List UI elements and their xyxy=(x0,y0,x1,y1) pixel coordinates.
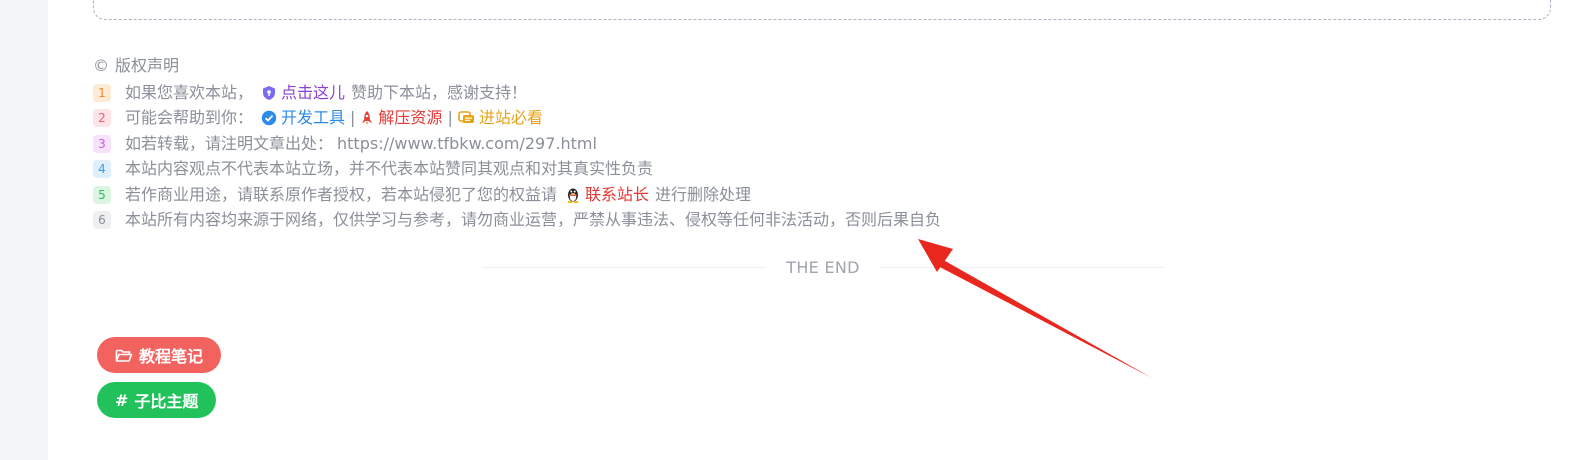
category-tag-label: 教程笔记 xyxy=(139,347,204,366)
copyright-row-2: 2 可能会帮助到你： 开发工具 | 解压资源 | 进站必看 xyxy=(93,106,941,132)
must-read-link[interactable]: 进站必看 xyxy=(479,107,543,129)
divider-line xyxy=(482,266,767,268)
category-tag-button[interactable]: 教程笔记 xyxy=(97,337,222,373)
contact-admin-link[interactable]: 联系站长 xyxy=(585,184,649,206)
row-text: 本站所有内容均来源于网络，仅供学习与参考，请勿商业运营，严禁从事违法、侵权等任何… xyxy=(125,210,942,230)
separator: | xyxy=(447,108,453,128)
content-box-border xyxy=(93,0,1551,20)
copyright-icon: © xyxy=(93,56,109,75)
copyright-row-3: 3 如若转载，请注明文章出处： https://www.tfbkw.com/29… xyxy=(93,131,941,157)
row-text: 如若转载，请注明文章出处： xyxy=(125,133,334,153)
row-number: 3 xyxy=(93,134,111,153)
row-text: 若作商业用途，请联系原作者授权，若本站侵犯了您的权益请 xyxy=(125,184,558,204)
copyright-row-4: 4 本站内容观点不代表本站立场，并不代表本站赞同其观点和对其真实性负责 xyxy=(93,157,941,183)
unzip-resources-link[interactable]: 解压资源 xyxy=(378,107,442,129)
left-sidebar-strip xyxy=(0,0,48,460)
hash-icon: # xyxy=(115,390,129,410)
divider-line xyxy=(879,266,1164,268)
copyright-title-text: 版权声明 xyxy=(115,56,180,75)
row-text: 如果您喜欢本站， xyxy=(125,82,254,102)
row-number: 2 xyxy=(93,109,111,128)
copyright-row-5: 5 若作商业用途，请联系原作者授权，若本站侵犯了您的权益请 联系站长 进行删除处… xyxy=(93,182,941,208)
qq-penguin-icon xyxy=(565,186,581,204)
row-text: 赞助下本站，感谢支持！ xyxy=(351,82,528,102)
folder-icon xyxy=(115,348,133,363)
topic-tag-button[interactable]: # 子比主题 xyxy=(97,382,217,418)
dev-tools-link[interactable]: 开发工具 xyxy=(281,107,345,129)
row-number: 5 xyxy=(93,185,111,204)
sponsor-link[interactable]: 点击这儿 xyxy=(281,82,345,104)
verified-badge-icon xyxy=(261,110,277,126)
row-number: 4 xyxy=(93,160,111,179)
copyright-title: © 版权声明 xyxy=(93,55,941,77)
copyright-row-6: 6 本站所有内容均来源于网络，仅供学习与参考，请勿商业运营，严禁从事违法、侵权等… xyxy=(93,208,941,234)
article-url[interactable]: https://www.tfbkw.com/297.html xyxy=(337,133,597,155)
separator: | xyxy=(350,108,356,128)
the-end-text: THE END xyxy=(786,257,860,277)
row-text: 进行删除处理 xyxy=(655,184,752,204)
row-text: 可能会帮助到你： xyxy=(125,108,254,128)
the-end-divider: THE END xyxy=(482,256,1164,278)
rocket-icon xyxy=(360,110,374,126)
shield-icon xyxy=(261,85,277,101)
chat-icon xyxy=(458,110,475,126)
row-text: 本站内容观点不代表本站立场，并不代表本站赞同其观点和对其真实性负责 xyxy=(125,159,654,179)
row-number: 6 xyxy=(93,211,111,230)
copyright-section: © 版权声明 1 如果您喜欢本站， 点击这儿 赞助下本站，感谢支持！ 2 可能会… xyxy=(93,55,941,233)
topic-tag-label: 子比主题 xyxy=(134,392,199,411)
row-number: 1 xyxy=(93,83,111,102)
copyright-row-1: 1 如果您喜欢本站， 点击这儿 赞助下本站，感谢支持！ xyxy=(93,80,941,106)
